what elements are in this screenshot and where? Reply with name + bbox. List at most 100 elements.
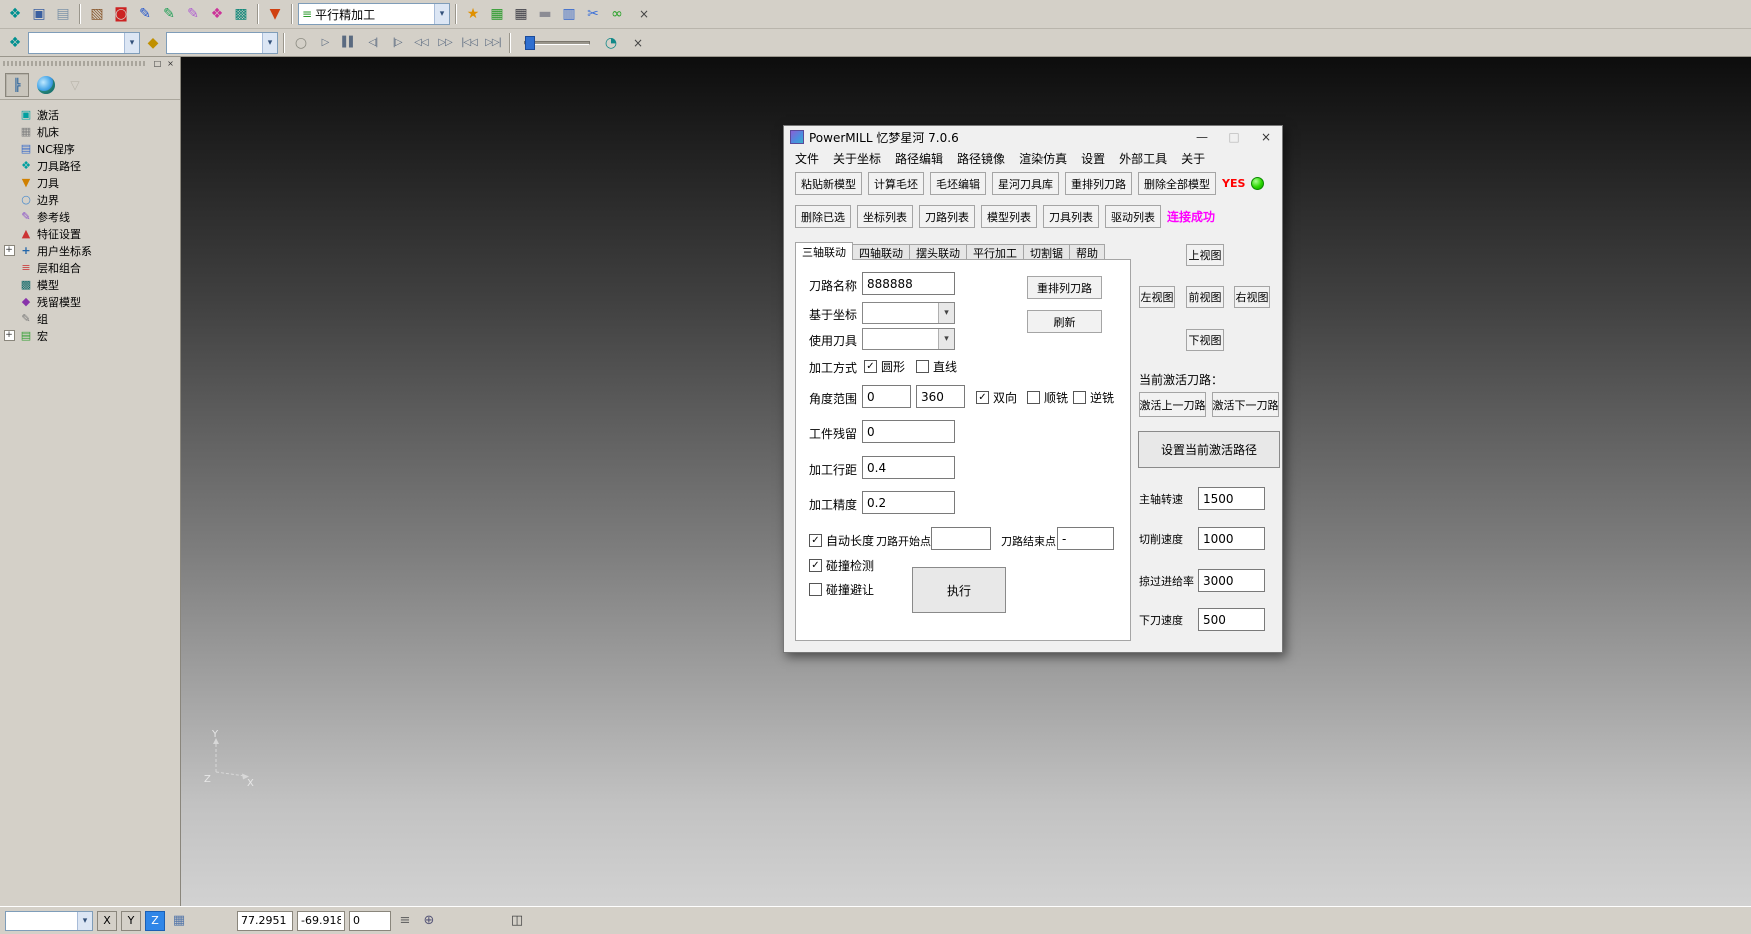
toolbar-close-icon[interactable]: × <box>636 6 652 22</box>
levels-icon[interactable]: ❖ <box>4 32 26 54</box>
climb-checkbox[interactable] <box>1027 391 1040 404</box>
tree-item-levels-sets[interactable]: ≡层和组合 <box>3 259 178 276</box>
collision-avoid-option[interactable]: 碰撞避让 <box>809 581 874 598</box>
tab-head[interactable]: 摆头联动 <box>909 244 967 260</box>
plus-expander-icon[interactable]: + <box>4 245 15 256</box>
collision-check-checkbox[interactable]: ✓ <box>809 559 822 572</box>
coord-y-input[interactable] <box>297 911 345 931</box>
tree-item-stock-models[interactable]: ◆残留模型 <box>3 293 178 310</box>
drive-list-button[interactable]: 驱动列表 <box>1105 205 1161 228</box>
angle-to-input[interactable] <box>916 385 965 408</box>
rearrange-button[interactable]: 重排列刀路 <box>1027 276 1102 299</box>
tree-item-patterns[interactable]: ✎参考线 <box>3 208 178 225</box>
step-back-button[interactable]: ◁| <box>362 33 384 53</box>
start-point-input[interactable] <box>931 527 991 550</box>
panel-drag-handle[interactable] <box>3 61 145 66</box>
status-workplane-dropdown[interactable]: ▾ <box>5 911 93 931</box>
toolpath-tool-icon[interactable]: ▼ <box>264 3 286 25</box>
panel-close-icon[interactable]: × <box>164 58 177 69</box>
plus-expander-icon[interactable]: + <box>4 330 15 341</box>
chevron-down-icon[interactable]: ▾ <box>124 33 139 53</box>
lightbulb-icon[interactable]: ○ <box>290 32 312 54</box>
climb-option[interactable]: 顺铣 <box>1027 389 1068 406</box>
machining-strategy-dropdown[interactable]: ≡ 平行精加工 ▾ <box>298 3 450 25</box>
tool-icon[interactable]: ◆ <box>142 32 164 54</box>
circle-option[interactable]: ✓ 圆形 <box>864 358 905 375</box>
z-axis-button[interactable]: Z <box>145 911 165 931</box>
pages-icon[interactable]: ◫ <box>507 911 527 931</box>
block-edit-button[interactable]: 毛坯编辑 <box>930 172 986 195</box>
toolpath-name-input[interactable] <box>862 272 955 295</box>
tree-item-boundaries[interactable]: ○边界 <box>3 191 178 208</box>
pause-button[interactable]: ▌▌ <box>338 33 360 53</box>
close-icon[interactable]: × <box>1250 126 1282 148</box>
view-bottom-button[interactable]: 下视图 <box>1186 329 1224 351</box>
chevron-down-icon[interactable]: ▾ <box>77 912 92 930</box>
step-forward-button[interactable]: |▷ <box>386 33 408 53</box>
tree-item-tools[interactable]: ▼刀具 <box>3 174 178 191</box>
based-coord-select[interactable]: ▾ <box>862 302 955 324</box>
tab-4axis[interactable]: 四轴联动 <box>852 244 910 260</box>
bidirectional-checkbox[interactable]: ✓ <box>976 391 989 404</box>
tolerance-input[interactable] <box>862 491 955 514</box>
tool-list-button[interactable]: 刀具列表 <box>1043 205 1099 228</box>
mesh-icon[interactable]: ▦ <box>486 3 508 25</box>
pencil-j-icon[interactable]: ✎ <box>158 3 180 25</box>
tree-item-workplanes[interactable]: ++用户坐标系 <box>3 242 178 259</box>
clipboard-icon[interactable]: ▧ <box>86 3 108 25</box>
chevron-down-icon[interactable]: ▾ <box>262 33 277 53</box>
skim-feed-input[interactable] <box>1198 569 1265 592</box>
tree-item-nc-programs[interactable]: ▤NC程序 <box>3 140 178 157</box>
spectacles-icon[interactable]: ∞ <box>606 3 628 25</box>
calculator-icon[interactable]: ▦ <box>510 3 532 25</box>
auto-length-option[interactable]: ✓ 自动长度 <box>809 532 874 549</box>
curve-edit-icon[interactable]: ✎ <box>134 3 156 25</box>
layers-icon[interactable]: ▩ <box>230 3 252 25</box>
end-point-input[interactable] <box>1057 527 1114 550</box>
conventional-option[interactable]: 逆铣 <box>1073 389 1114 406</box>
activate-next-button[interactable]: 激活下一刀路 <box>1212 392 1279 417</box>
save-icon[interactable]: ▣ <box>28 3 50 25</box>
grid-icon[interactable]: ▦ <box>169 911 189 931</box>
rewind-button[interactable]: ◁◁ <box>410 33 432 53</box>
angle-from-input[interactable] <box>862 385 911 408</box>
menu-external-tools[interactable]: 外部工具 <box>1112 150 1174 167</box>
chevron-down-icon[interactable]: ▾ <box>434 4 449 24</box>
tree-item-machine[interactable]: ▦机床 <box>3 123 178 140</box>
pencil-u-icon[interactable]: ✎ <box>182 3 204 25</box>
model-list-button[interactable]: 模型列表 <box>981 205 1037 228</box>
tab-help[interactable]: 帮助 <box>1069 244 1105 260</box>
coord-list-button[interactable]: 坐标列表 <box>857 205 913 228</box>
tree-item-models[interactable]: ▩模型 <box>3 276 178 293</box>
stepover-input[interactable] <box>862 456 955 479</box>
simulation-speed-slider[interactable] <box>524 41 590 45</box>
delete-selected-button[interactable]: 删除已选 <box>795 205 851 228</box>
globe-icon[interactable] <box>34 73 58 97</box>
tool-library-button[interactable]: 星河刀具库 <box>992 172 1059 195</box>
toolpath-star-icon[interactable]: ★ <box>462 3 484 25</box>
menu-about-coords[interactable]: 关于坐标 <box>826 150 888 167</box>
pattern-icon[interactable]: ❖ <box>206 3 228 25</box>
panel-float-icon[interactable]: □ <box>151 58 164 69</box>
view-top-button[interactable]: 上视图 <box>1186 244 1224 266</box>
axes-icon[interactable]: ⊕ <box>419 911 439 931</box>
line-option[interactable]: 直线 <box>916 358 957 375</box>
x-axis-button[interactable]: X <box>97 911 117 931</box>
collision-check-option[interactable]: ✓ 碰撞检测 <box>809 557 874 574</box>
dialog-titlebar[interactable]: PowerMILL 忆梦星河 7.0.6 — □ × <box>784 126 1282 148</box>
tree-item-activate[interactable]: ▣激活 <box>3 106 178 123</box>
menu-render-sim[interactable]: 渲染仿真 <box>1012 150 1074 167</box>
y-axis-button[interactable]: Y <box>121 911 141 931</box>
paste-new-model-button[interactable]: 粘贴新模型 <box>795 172 862 195</box>
powermill-levels-icon[interactable]: ❖ <box>4 3 26 25</box>
stock-input[interactable] <box>862 420 955 443</box>
delete-all-models-button[interactable]: 删除全部模型 <box>1138 172 1216 195</box>
tab-saw[interactable]: 切割锯 <box>1023 244 1070 260</box>
menu-path-edit[interactable]: 路径编辑 <box>888 150 950 167</box>
execute-button[interactable]: 执行 <box>912 567 1006 613</box>
view-right-button[interactable]: 右视图 <box>1234 286 1270 308</box>
tab-parallel[interactable]: 平行加工 <box>966 244 1024 260</box>
menu-about[interactable]: 关于 <box>1174 150 1212 167</box>
view-left-button[interactable]: 左视图 <box>1139 286 1175 308</box>
stats-icon[interactable]: ▥ <box>558 3 580 25</box>
